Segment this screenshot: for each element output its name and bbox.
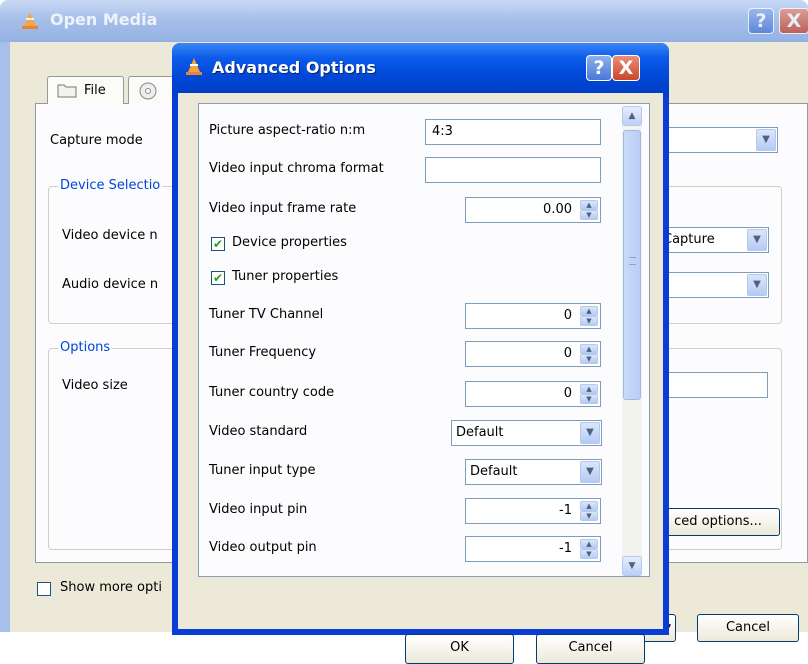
tuner-properties-label: Tuner properties (232, 269, 339, 284)
capture-mode-combo[interactable]: ▼ (661, 127, 778, 153)
options-label: Options (58, 340, 113, 355)
device-properties-checkbox[interactable]: ✔ (211, 237, 225, 251)
tv-channel-value: 0 (563, 308, 572, 323)
device-selection-label: Device Selectio (58, 178, 163, 193)
video-size-input[interactable] (656, 372, 768, 398)
advanced-options-button[interactable]: ced options... (656, 508, 780, 536)
advanced-options-dialog: Advanced Options ? X Picture aspect-rati… (172, 43, 669, 664)
advanced-options-title: Advanced Options (212, 58, 376, 77)
chroma-format-input[interactable] (425, 157, 601, 183)
video-output-pin-label: Video output pin (209, 540, 317, 555)
open-media-cancel-button[interactable]: Cancel (697, 614, 799, 642)
video-input-pin-spinbox[interactable]: -1 ▲ ▼ (465, 498, 601, 524)
video-input-pin-label: Video input pin (209, 502, 308, 517)
country-code-value: 0 (563, 386, 572, 401)
tuner-input-type-label: Tuner input type (209, 463, 316, 478)
open-media-titlebar: Open Media ? X (0, 0, 808, 42)
video-output-pin-spinbox[interactable]: -1 ▲ ▼ (465, 536, 601, 562)
frame-rate-value: 0.00 (543, 202, 572, 217)
video-device-label: Video device n (62, 228, 158, 243)
spin-down-icon[interactable]: ▼ (580, 316, 598, 326)
chevron-down-icon: ▼ (580, 422, 600, 444)
video-size-label: Video size (62, 378, 128, 393)
scroll-up-icon[interactable]: ▲ (622, 106, 642, 126)
vlc-cone-icon (22, 12, 38, 29)
video-standard-label: Video standard (209, 424, 308, 439)
capture-mode-label: Capture mode (50, 133, 143, 148)
frame-rate-spinbox[interactable]: 0.00 ▲ ▼ (465, 197, 601, 223)
spin-up-icon[interactable]: ▲ (580, 344, 598, 354)
chroma-format-label: Video input chroma format (209, 161, 384, 176)
aspect-ratio-input[interactable]: 4:3 (425, 119, 601, 145)
show-more-options-checkbox[interactable] (37, 582, 51, 596)
video-standard-value: Default (456, 425, 504, 440)
tuner-input-type-select[interactable]: Default ▼ (465, 459, 602, 485)
video-output-pin-value: -1 (559, 541, 572, 556)
spin-up-icon[interactable]: ▲ (580, 200, 598, 210)
folder-icon (57, 84, 77, 98)
spin-up-icon[interactable]: ▲ (580, 501, 598, 511)
aspect-ratio-label: Picture aspect-ratio n:m (209, 123, 366, 138)
spin-down-icon[interactable]: ▼ (580, 394, 598, 404)
tab-file[interactable]: File (47, 76, 124, 104)
chevron-down-icon: ▼ (747, 229, 767, 251)
country-code-spinbox[interactable]: 0 ▲ ▼ (465, 381, 601, 407)
chevron-down-icon: ▼ (756, 129, 776, 151)
tuner-properties-checkbox[interactable]: ✔ (211, 271, 225, 285)
spin-up-icon[interactable]: ▲ (580, 306, 598, 316)
frequency-spinbox[interactable]: 0 ▲ ▼ (465, 341, 601, 367)
advanced-options-body: Picture aspect-ratio n:m 4:3 Video input… (178, 93, 663, 664)
video-device-value: Capture (663, 232, 715, 247)
advanced-options-titlebar: Advanced Options ? X (172, 43, 669, 93)
tab-file-label: File (84, 83, 106, 98)
vertical-scrollbar[interactable]: ▲ ▼ (622, 106, 642, 576)
audio-device-label: Audio device n (62, 277, 159, 292)
cancel-button[interactable]: Cancel (536, 634, 645, 664)
device-properties-label: Device properties (232, 235, 347, 250)
spin-up-icon[interactable]: ▲ (580, 384, 598, 394)
scrollbar-grip (629, 257, 636, 265)
dialog-close-button[interactable]: X (612, 55, 640, 81)
dialog-help-button[interactable]: ? (586, 55, 612, 81)
video-device-combo[interactable]: Capture ▼ (656, 227, 769, 253)
tv-channel-label: Tuner TV Channel (209, 307, 324, 322)
tab-disc[interactable] (128, 76, 174, 104)
country-code-label: Tuner country code (209, 385, 335, 400)
video-standard-select[interactable]: Default ▼ (451, 420, 602, 446)
spin-down-icon[interactable]: ▼ (580, 511, 598, 521)
spin-up-icon[interactable]: ▲ (580, 539, 598, 549)
video-input-pin-value: -1 (559, 503, 572, 518)
frame-rate-label: Video input frame rate (209, 201, 357, 216)
disc-icon (139, 82, 157, 100)
scrollbar-thumb[interactable] (623, 130, 641, 400)
frequency-label: Tuner Frequency (209, 345, 317, 360)
open-media-title: Open Media (50, 10, 158, 29)
window-frame-left (0, 42, 10, 655)
audio-device-combo[interactable]: ▼ (656, 272, 769, 298)
spin-down-icon[interactable]: ▼ (580, 210, 598, 220)
spin-down-icon[interactable]: ▼ (580, 549, 598, 559)
ok-button[interactable]: OK (405, 634, 514, 664)
tv-channel-spinbox[interactable]: 0 ▲ ▼ (465, 303, 601, 329)
open-media-help-button[interactable]: ? (748, 8, 774, 34)
options-scroll-area[interactable]: Picture aspect-ratio n:m 4:3 Video input… (198, 103, 650, 577)
scroll-down-icon[interactable]: ▼ (622, 556, 642, 576)
chevron-down-icon: ▼ (580, 461, 600, 483)
tuner-input-type-value: Default (470, 464, 518, 479)
vlc-cone-icon (186, 58, 202, 75)
show-more-options-label: Show more opti (60, 580, 162, 595)
window-frame-bottom (0, 632, 808, 655)
frequency-value: 0 (563, 346, 572, 361)
chevron-down-icon: ▼ (747, 274, 767, 296)
open-media-close-button[interactable]: X (779, 8, 808, 34)
spin-down-icon[interactable]: ▼ (580, 354, 598, 364)
